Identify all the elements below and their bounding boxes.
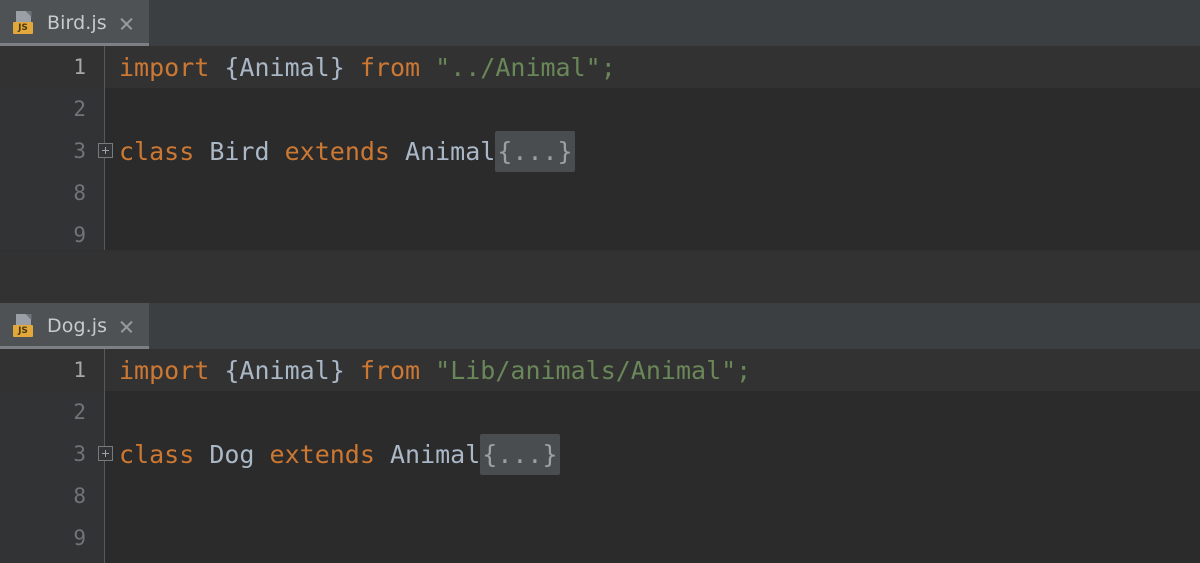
editor-tab-bird-js[interactable]: JS Bird.js (0, 0, 149, 46)
line-number: 8 (73, 180, 86, 205)
js-badge-label: JS (18, 22, 28, 33)
code-line[interactable] (105, 391, 1200, 433)
expand-fold-icon[interactable] (98, 143, 113, 158)
line-number-gutter-top[interactable]: 1 2 3 8 9 (0, 46, 105, 250)
code-token-keyword: from (359, 52, 421, 82)
code-token-identifier: Animal (405, 136, 496, 166)
fold-placeholder[interactable]: {...} (495, 130, 575, 172)
expand-fold-icon[interactable] (98, 446, 113, 461)
code-token-string: "../Animal"; (435, 52, 616, 82)
editor-tabbar-top: JS Bird.js (0, 0, 1200, 46)
gutter-line: 1 (0, 46, 104, 88)
javascript-file-icon: JS (12, 313, 38, 339)
gutter-line: 8 (0, 172, 104, 214)
editor-tab-label: Dog.js (47, 315, 108, 337)
code-line[interactable]: class Bird extends Animal {...} (105, 130, 1200, 172)
code-token-identifier: {Animal} (224, 355, 345, 385)
gutter-line: 2 (0, 391, 104, 433)
line-number: 1 (73, 54, 86, 79)
line-number: 1 (73, 357, 86, 382)
editor-splitter[interactable] (0, 250, 1200, 303)
code-token-identifier: Dog (209, 439, 255, 469)
editor-tabbar-bottom: JS Dog.js (0, 303, 1200, 349)
editor-pane-top: JS Bird.js 1 2 3 8 9 import {Animal} fro… (0, 0, 1200, 250)
code-token-identifier: {Animal} (224, 52, 345, 82)
code-line[interactable] (105, 517, 1200, 559)
editor-pane-bottom: JS Dog.js 1 2 3 8 9 import {Animal} from… (0, 303, 1200, 563)
js-badge-label: JS (18, 325, 28, 336)
ide-split-editor: JS Bird.js 1 2 3 8 9 import {Animal} fro… (0, 0, 1200, 563)
code-token-string: "Lib/animals/Animal"; (435, 355, 752, 385)
code-token-keyword: class (119, 136, 195, 166)
line-number: 2 (73, 399, 86, 424)
code-token-keyword: class (119, 439, 195, 469)
code-area-top[interactable]: import {Animal} from "../Animal"; class … (105, 46, 1200, 250)
code-line[interactable] (105, 172, 1200, 214)
close-icon[interactable] (118, 318, 135, 335)
code-token-keyword: import (119, 355, 210, 385)
line-number: 3 (73, 441, 86, 466)
code-token-keyword: extends (269, 439, 375, 469)
code-line[interactable]: import {Animal} from "../Animal"; (105, 46, 1200, 88)
gutter-line: 3 (0, 130, 104, 172)
gutter-line: 2 (0, 88, 104, 130)
editor-tab-label: Bird.js (47, 12, 107, 34)
code-token-identifier: Bird (209, 136, 270, 166)
code-line[interactable] (105, 88, 1200, 130)
gutter-line: 1 (0, 349, 104, 391)
code-token-keyword: extends (284, 136, 390, 166)
code-editor-bottom[interactable]: 1 2 3 8 9 import {Animal} from "Lib/anim… (0, 349, 1200, 563)
line-number: 2 (73, 96, 86, 121)
code-token-keyword: import (119, 52, 210, 82)
code-line[interactable] (105, 475, 1200, 517)
line-number: 9 (73, 525, 86, 550)
gutter-line: 8 (0, 475, 104, 517)
code-token-keyword: from (359, 355, 421, 385)
code-line[interactable]: class Dog extends Animal {...} (105, 433, 1200, 475)
line-number: 8 (73, 483, 86, 508)
javascript-file-icon: JS (12, 10, 38, 36)
gutter-line: 9 (0, 517, 104, 559)
code-line[interactable]: import {Animal} from "Lib/animals/Animal… (105, 349, 1200, 391)
line-number-gutter-bottom[interactable]: 1 2 3 8 9 (0, 349, 105, 563)
code-editor-top[interactable]: 1 2 3 8 9 import {Animal} from "../Anima… (0, 46, 1200, 250)
code-area-bottom[interactable]: import {Animal} from "Lib/animals/Animal… (105, 349, 1200, 563)
close-icon[interactable] (118, 15, 135, 32)
line-number: 9 (73, 222, 86, 247)
code-line[interactable] (105, 214, 1200, 250)
gutter-line: 9 (0, 214, 104, 250)
gutter-line: 3 (0, 433, 104, 475)
line-number: 3 (73, 138, 86, 163)
code-token-identifier: Animal (389, 439, 481, 469)
fold-placeholder[interactable]: {...} (480, 433, 560, 475)
editor-tab-dog-js[interactable]: JS Dog.js (0, 303, 150, 349)
